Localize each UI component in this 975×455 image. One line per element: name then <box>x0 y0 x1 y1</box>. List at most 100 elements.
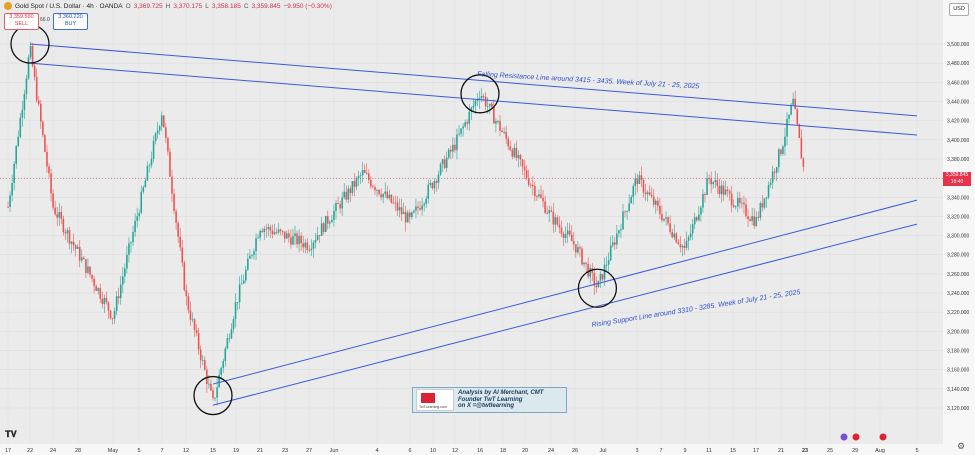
current-price-tag: 3,359.845 18:40 <box>943 172 971 187</box>
candle-body <box>263 228 266 233</box>
y-tick-label: 3,260.000 <box>947 272 969 278</box>
candle-body <box>513 147 516 157</box>
candle-body <box>570 234 573 242</box>
candle-body <box>242 280 245 284</box>
candle-body <box>259 230 261 238</box>
candle-body <box>60 212 63 219</box>
candle-body <box>548 210 550 214</box>
candle-body <box>230 329 233 339</box>
candle-body <box>493 106 495 124</box>
candle-body <box>417 206 419 208</box>
candle-body <box>115 296 118 312</box>
candle-body <box>624 211 626 213</box>
candle-body <box>775 167 778 173</box>
candle-body <box>245 269 247 281</box>
candle-body <box>347 188 350 200</box>
candle-body <box>238 284 241 302</box>
candle-body <box>595 285 598 288</box>
candle-body <box>529 184 532 186</box>
candle-body <box>790 104 792 115</box>
candle-body <box>466 122 468 124</box>
candle-body <box>298 235 300 245</box>
candle-body <box>126 254 128 269</box>
candle-body <box>648 192 651 195</box>
candle-body <box>91 274 93 279</box>
candle-body <box>292 236 294 245</box>
x-tick-label: Jul <box>599 448 606 454</box>
x-tick-label: 23 <box>802 448 808 454</box>
x-tick-label: 12 <box>452 448 458 454</box>
candle-body <box>700 207 702 215</box>
candle-body <box>421 205 423 210</box>
x-tick-label: 24 <box>548 448 554 454</box>
y-tick-label: 3,340.000 <box>947 195 969 201</box>
candle-body <box>751 216 753 222</box>
candle-body <box>142 187 145 192</box>
candle-body <box>749 219 751 222</box>
candle-body <box>335 202 337 211</box>
candle-body <box>616 233 618 245</box>
candle-body <box>279 229 282 232</box>
candle-body <box>538 194 540 197</box>
sell-button[interactable]: 3,359.560 SELL <box>4 13 39 30</box>
y-tick-label: 3,300.000 <box>947 234 969 240</box>
x-tick-label: 5 <box>915 448 918 454</box>
candle-body <box>275 232 278 233</box>
candle-body <box>87 266 89 273</box>
x-tick-label: 11 <box>706 448 712 454</box>
candle-body <box>536 196 538 198</box>
candle-body <box>187 296 190 311</box>
candle-body <box>679 244 682 248</box>
candle-body <box>544 201 546 213</box>
candle-body <box>400 207 403 215</box>
candle-body <box>452 144 454 152</box>
candle-body <box>171 176 173 194</box>
settings-gear-icon[interactable]: ⚙ <box>957 441 965 452</box>
candle-body <box>136 216 138 221</box>
candle-body <box>300 235 302 244</box>
candle-body <box>9 195 11 207</box>
x-tick-label: 28 <box>75 448 81 454</box>
candle-body <box>441 159 444 165</box>
candle-body <box>310 248 313 251</box>
candle-body <box>517 154 520 159</box>
ohlc-low-key: L <box>205 2 209 10</box>
candle-body <box>58 212 61 218</box>
currency-selector[interactable]: USD <box>949 3 969 16</box>
tradingview-logo-icon[interactable]: 𝐓𝐕 <box>5 429 17 440</box>
candle-body <box>212 390 214 399</box>
candle-body <box>445 157 448 168</box>
candle-body <box>304 242 307 248</box>
buy-button[interactable]: 3,360.220 BUY <box>53 13 88 30</box>
candle-body <box>509 146 512 150</box>
candle-body <box>33 66 36 78</box>
candle-body <box>706 178 708 196</box>
candle-body <box>175 211 177 223</box>
candle-body <box>523 166 526 171</box>
candle-body <box>388 194 391 199</box>
candle-body <box>476 100 479 101</box>
candle-body <box>495 121 497 124</box>
candle-body <box>66 230 69 234</box>
candle-body <box>406 212 409 223</box>
candle-body <box>318 235 321 236</box>
candle-body <box>560 227 563 234</box>
candle-body <box>525 170 528 179</box>
candle-body <box>384 191 386 194</box>
candle-body <box>450 149 452 152</box>
candle-body <box>515 147 518 159</box>
x-tick-label: 21 <box>778 448 784 454</box>
candle-body <box>111 318 114 319</box>
candle-body <box>702 194 704 208</box>
candle-body <box>351 181 354 194</box>
candle-body <box>698 214 700 221</box>
candle-body <box>724 189 727 195</box>
x-tick-label: 15 <box>730 448 736 454</box>
candle-body <box>365 172 368 174</box>
candle-body <box>427 184 430 199</box>
y-tick-label: 3,240.000 <box>947 291 969 297</box>
candle-body <box>611 242 614 246</box>
candle-body <box>201 359 204 361</box>
candle-body <box>119 284 122 299</box>
y-tick-label: 3,400.000 <box>947 138 969 144</box>
